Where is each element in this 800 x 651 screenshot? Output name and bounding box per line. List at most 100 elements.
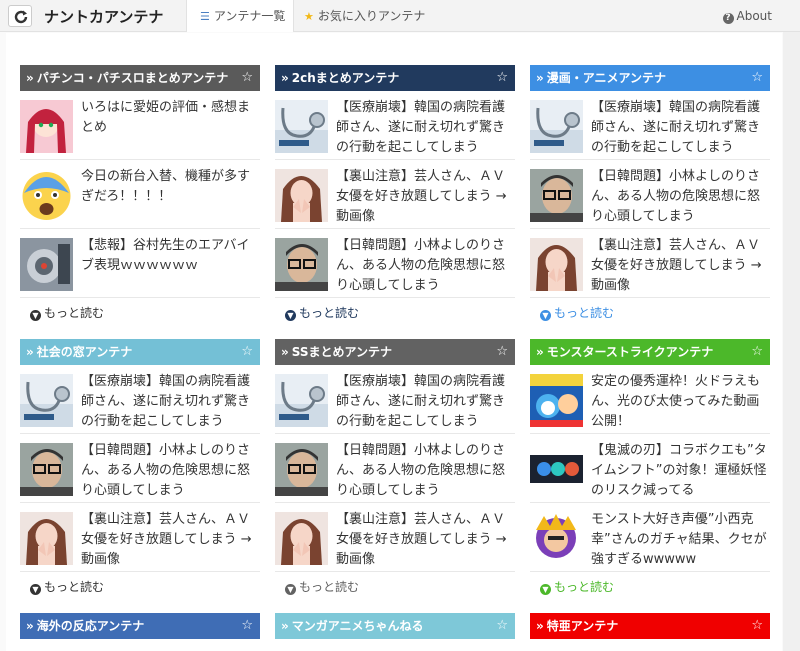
list-item[interactable]: 【日韓問題】小林よしのりさん、ある人物の危険思想に怒り心頭してしまう xyxy=(530,160,770,229)
list-item[interactable]: 【裏山注意】芸人さん、ＡＶ女優を好き放題してしまう →動画像 xyxy=(275,503,515,572)
list-item[interactable]: 【裏山注意】芸人さん、ＡＶ女優を好き放題してしまう →動画像 xyxy=(530,229,770,298)
thumbnail-image[interactable] xyxy=(275,374,328,427)
item-title[interactable]: 今日の新台入替、機種が多すぎだろ！！！！ xyxy=(81,167,261,207)
thumbnail-image[interactable] xyxy=(530,512,583,565)
favorite-star-icon[interactable]: ☆ xyxy=(241,613,253,639)
item-title[interactable]: 【裏山注意】芸人さん、ＡＶ女優を好き放題してしまう →動画像 xyxy=(81,510,261,570)
read-more-link[interactable]: ▼ もっと読む xyxy=(275,298,515,328)
list-item[interactable]: 【医療崩壊】韓国の病院看護師さん、遂に耐え切れず驚きの行動を起こしてしまう xyxy=(20,365,260,434)
thumbnail-image[interactable] xyxy=(20,443,73,496)
favorite-star-icon[interactable]: ☆ xyxy=(496,613,508,639)
thumbnail-image[interactable] xyxy=(530,169,583,222)
tab-antenna-list[interactable]: ☰ アンテナ一覧 xyxy=(186,0,294,32)
tab-antenna-list-label: アンテナ一覧 xyxy=(213,9,286,23)
thumbnail-image[interactable] xyxy=(530,238,583,291)
thumbnail-image[interactable] xyxy=(275,512,328,565)
list-item[interactable]: 【悲報】谷村先生のエアバイブ表現ｗｗｗｗｗｗ xyxy=(20,229,260,298)
item-title[interactable]: 【鬼滅の刃】コラボクエも”タイムシフト”の対象！運極妖怪のリスク減ってるぞ！！！… xyxy=(591,441,771,501)
read-more-link[interactable]: ▼ もっと読む xyxy=(275,572,515,602)
item-title[interactable]: 【悲報】谷村先生のエアバイブ表現ｗｗｗｗｗｗ xyxy=(81,236,261,276)
thumbnail-image[interactable] xyxy=(530,100,583,153)
read-more-link[interactable]: ▼ もっと読む xyxy=(20,572,260,602)
list-item[interactable]: 【裏山注意】芸人さん、ＡＶ女優を好き放題してしまう →動画像 xyxy=(20,503,260,572)
reload-button[interactable] xyxy=(8,5,32,27)
thumbnail-image[interactable] xyxy=(530,374,583,427)
panel-header[interactable]: » 社会の窓アンテナ ☆ xyxy=(20,339,260,365)
item-title[interactable]: 【医療崩壊】韓国の病院看護師さん、遂に耐え切れず驚きの行動を起こしてしまう xyxy=(336,372,516,432)
list-item[interactable]: 【医療崩壊】韓国の病院看護師さん、遂に耐え切れず驚きの行動を起こしてしまう xyxy=(275,365,515,434)
reload-icon xyxy=(14,10,28,24)
panel-header[interactable]: » 漫画・アニメアンテナ ☆ xyxy=(530,65,770,91)
read-more-label: もっと読む xyxy=(554,580,615,594)
item-title[interactable]: モンスト大好き声優”小西克幸”さんのガチャ結果、クセが強すぎるwwwww xyxy=(591,510,771,570)
read-more-label: もっと読む xyxy=(44,306,105,320)
item-title[interactable]: 【日韓問題】小林よしのりさん、ある人物の危険思想に怒り心頭してしまう xyxy=(81,441,261,501)
item-title[interactable]: 安定の優秀運枠！火ドラえもん、光のび太使ってみた動画公開！ xyxy=(591,372,771,432)
list-item[interactable]: 【鬼滅の刃】コラボクエも”タイムシフト”の対象！運極妖怪のリスク減ってるぞ！！！… xyxy=(530,434,770,503)
thumbnail-image[interactable] xyxy=(275,443,328,496)
favorite-star-icon[interactable]: ☆ xyxy=(496,339,508,365)
list-item[interactable]: いろはに愛姫の評価・感想まとめ xyxy=(20,91,260,160)
thumbnail-image[interactable] xyxy=(20,512,73,565)
panel-title: 特亜アンテナ xyxy=(546,619,619,633)
brand-logo[interactable]: ナントカアンテナ xyxy=(44,6,163,27)
item-title[interactable]: 【医療崩壊】韓国の病院看護師さん、遂に耐え切れず驚きの行動を起こしてしまう xyxy=(81,372,261,432)
favorite-star-icon[interactable]: ☆ xyxy=(496,65,508,91)
thumbnail-image[interactable] xyxy=(20,374,73,427)
chevron-down-icon: ▼ xyxy=(285,310,296,321)
favorite-star-icon[interactable]: ☆ xyxy=(241,65,253,91)
favorite-star-icon[interactable]: ☆ xyxy=(751,339,763,365)
list-item[interactable]: 【裏山注意】芸人さん、ＡＶ女優を好き放題してしまう →動画像 xyxy=(275,160,515,229)
favorite-star-icon[interactable]: ☆ xyxy=(751,65,763,91)
panel-header[interactable]: » SSまとめアンテナ ☆ xyxy=(275,339,515,365)
main-content: » パチンコ・パチスロまとめアンテナ ☆ いろはに愛姫の評価・感想まとめ 今日の新台入替… xyxy=(6,33,782,651)
thumbnail-image[interactable] xyxy=(20,169,73,222)
double-chevron-icon: » xyxy=(536,345,544,359)
chevron-down-icon: ▼ xyxy=(540,584,551,595)
item-title[interactable]: 【医療崩壊】韓国の病院看護師さん、遂に耐え切れず驚きの行動を起こしてしまう xyxy=(336,98,516,158)
item-title[interactable]: 【裏山注意】芸人さん、ＡＶ女優を好き放題してしまう →動画像 xyxy=(336,167,516,227)
panel-title: マンガアニメちゃんねる xyxy=(291,619,424,633)
chevron-down-icon: ▼ xyxy=(30,584,41,595)
thumbnail-image[interactable] xyxy=(275,238,328,291)
panel-header[interactable]: » モンスターストライクアンテナ ☆ xyxy=(530,339,770,365)
item-title[interactable]: 【医療崩壊】韓国の病院看護師さん、遂に耐え切れず驚きの行動を起こしてしまう xyxy=(591,98,771,158)
thumbnail-image[interactable] xyxy=(20,100,73,153)
item-title[interactable]: 【裏山注意】芸人さん、ＡＶ女優を好き放題してしまう →動画像 xyxy=(336,510,516,570)
item-title[interactable]: 【日韓問題】小林よしのりさん、ある人物の危険思想に怒り心頭してしまう xyxy=(336,441,516,501)
about-link[interactable]: ? About xyxy=(722,0,772,32)
panel-header[interactable]: » パチンコ・パチスロまとめアンテナ ☆ xyxy=(20,65,260,91)
panel-title: モンスターストライクアンテナ xyxy=(546,345,714,359)
read-more-link[interactable]: ▼ もっと読む xyxy=(530,298,770,328)
panel-header[interactable]: » マンガアニメちゃんねる ☆ xyxy=(275,613,515,639)
list-item[interactable]: 【医療崩壊】韓国の病院看護師さん、遂に耐え切れず驚きの行動を起こしてしまう xyxy=(530,91,770,160)
thumbnail-image[interactable] xyxy=(20,238,73,291)
list-item[interactable]: 【日韓問題】小林よしのりさん、ある人物の危険思想に怒り心頭してしまう xyxy=(275,434,515,503)
tab-favorites[interactable]: ★ お気に入りアンテナ xyxy=(304,0,425,32)
panel-header[interactable]: » 2chまとめアンテナ ☆ xyxy=(275,65,515,91)
panel-title: パチンコ・パチスロまとめアンテナ xyxy=(36,71,229,85)
list-item[interactable]: 【医療崩壊】韓国の病院看護師さん、遂に耐え切れず驚きの行動を起こしてしまう xyxy=(275,91,515,160)
thumbnail-image[interactable] xyxy=(530,443,583,496)
item-title[interactable]: 【日韓問題】小林よしのりさん、ある人物の危険思想に怒り心頭してしまう xyxy=(336,236,516,296)
panel-header[interactable]: » 海外の反応アンテナ ☆ xyxy=(20,613,260,639)
list-item[interactable]: 安定の優秀運枠！火ドラえもん、光のび太使ってみた動画公開！ xyxy=(530,365,770,434)
thumbnail-image[interactable] xyxy=(275,100,328,153)
list-item[interactable]: モンスト大好き声優”小西克幸”さんのガチャ結果、クセが強すぎるwwwww xyxy=(530,503,770,572)
favorite-star-icon[interactable]: ☆ xyxy=(751,613,763,639)
list-item[interactable]: 【日韓問題】小林よしのりさん、ある人物の危険思想に怒り心頭してしまう xyxy=(275,229,515,298)
about-label: About xyxy=(736,9,772,23)
antenna-panel: » モンスターストライクアンテナ ☆ 安定の優秀運枠！火ドラえもん、光のび太使ってみた… xyxy=(530,339,770,602)
favorite-star-icon[interactable]: ☆ xyxy=(241,339,253,365)
read-more-link[interactable]: ▼ もっと読む xyxy=(20,298,260,328)
item-title[interactable]: 【日韓問題】小林よしのりさん、ある人物の危険思想に怒り心頭してしまう xyxy=(591,167,771,227)
item-title[interactable]: いろはに愛姫の評価・感想まとめ xyxy=(81,98,261,138)
list-item[interactable]: 今日の新台入替、機種が多すぎだろ！！！！ xyxy=(20,160,260,229)
page-scrollbar[interactable] xyxy=(783,32,800,651)
list-item[interactable]: 【日韓問題】小林よしのりさん、ある人物の危険思想に怒り心頭してしまう xyxy=(20,434,260,503)
thumbnail-image[interactable] xyxy=(275,169,328,222)
panel-title: 2chまとめアンテナ xyxy=(291,71,400,85)
panel-header[interactable]: » 特亜アンテナ ☆ xyxy=(530,613,770,639)
item-title[interactable]: 【裏山注意】芸人さん、ＡＶ女優を好き放題してしまう →動画像 xyxy=(591,236,771,296)
read-more-link[interactable]: ▼ もっと読む xyxy=(530,572,770,602)
